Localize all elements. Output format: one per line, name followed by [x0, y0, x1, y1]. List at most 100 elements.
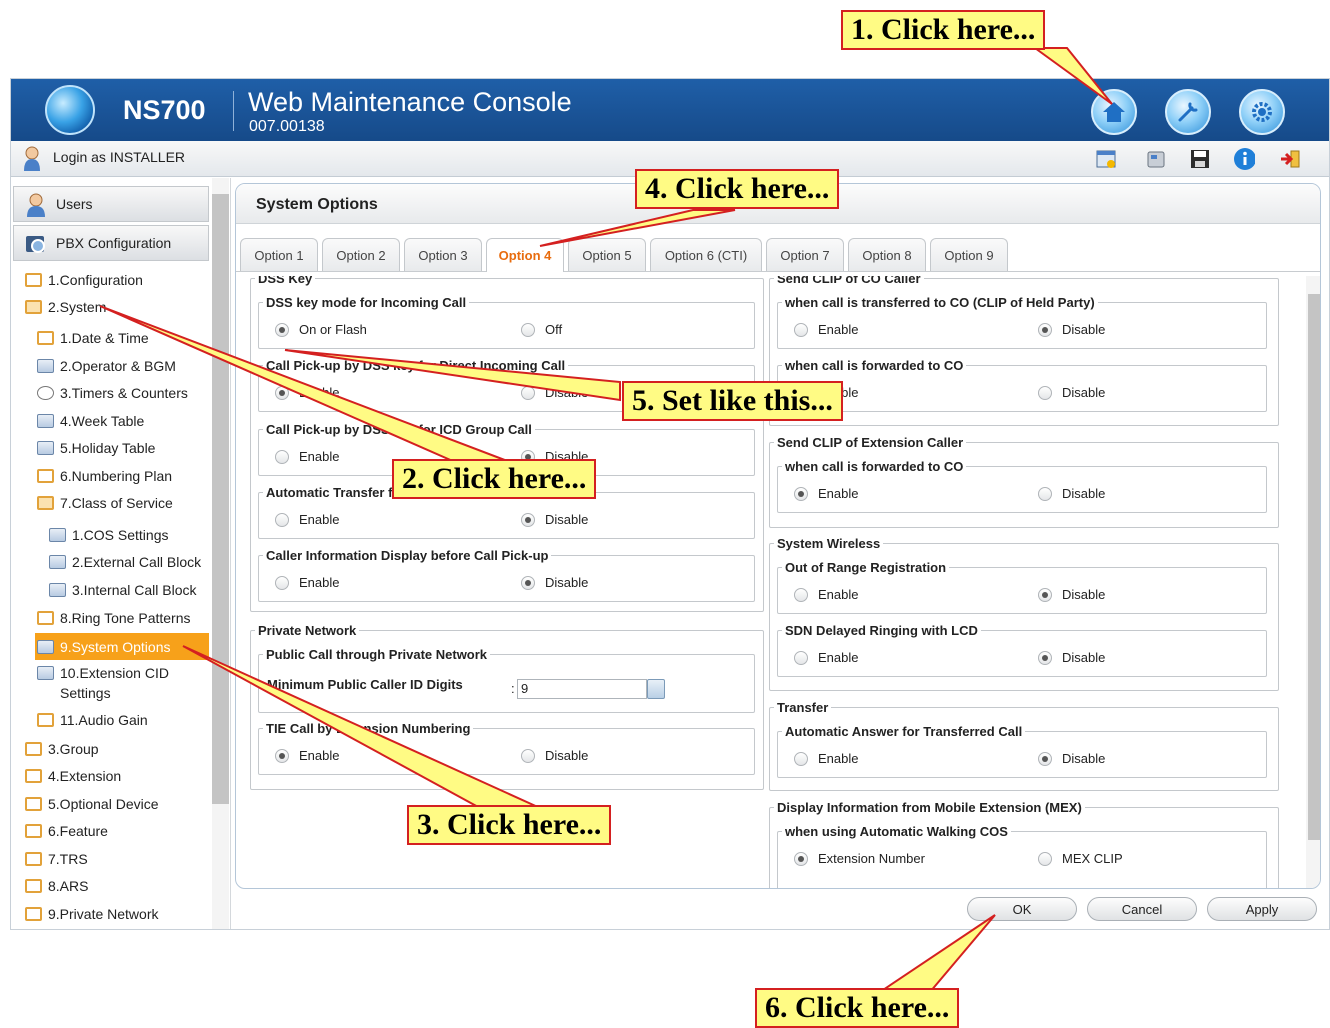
save-icon[interactable]	[1189, 148, 1211, 170]
radio-disable[interactable]: Disable	[521, 575, 588, 590]
tab-option-1[interactable]: Option 1	[240, 238, 318, 271]
spinner-icon[interactable]	[647, 679, 665, 699]
tree-date-time[interactable]: 1.Date & Time	[37, 327, 149, 349]
radio-enable[interactable]: Enable	[794, 587, 858, 602]
radio-selected[interactable]	[275, 322, 289, 337]
apply-button[interactable]: Apply	[1207, 897, 1317, 921]
cancel-button[interactable]: Cancel	[1087, 897, 1197, 921]
content-scroll-thumb[interactable]	[1308, 294, 1320, 840]
radio-enable[interactable]: Enable	[794, 322, 858, 337]
radio-disable[interactable]: Disable	[521, 748, 588, 763]
radio-on-or-flash[interactable]: On or Flash	[275, 322, 367, 337]
radio-unselected[interactable]	[1038, 486, 1052, 501]
min-digits-input[interactable]: 9	[517, 679, 647, 699]
tree-extension[interactable]: 4.Extension	[25, 765, 121, 787]
radio-disable[interactable]: Disable	[1038, 751, 1105, 766]
radio-unselected[interactable]	[275, 575, 289, 590]
tree-extension-cid-settings[interactable]: Settings	[60, 682, 111, 704]
tree-audio-gain[interactable]: 11.Audio Gain	[37, 709, 148, 731]
radio-selected[interactable]	[794, 851, 808, 866]
radio-disable[interactable]: Disable	[1038, 486, 1105, 501]
radio-unselected[interactable]	[794, 751, 808, 766]
tree-private-network[interactable]: 9.Private Network	[25, 903, 158, 925]
tree-holiday-table[interactable]: 5.Holiday Table	[37, 437, 155, 459]
radio-selected[interactable]	[275, 748, 289, 763]
sidebar-scroll-thumb[interactable]	[212, 194, 229, 804]
logout-icon[interactable]	[1279, 148, 1301, 170]
radio-unselected[interactable]	[521, 748, 535, 763]
radio-unselected[interactable]	[794, 650, 808, 665]
tab-option-9[interactable]: Option 9	[930, 238, 1008, 271]
radio-selected[interactable]	[1038, 650, 1052, 665]
radio-enable[interactable]: Enable	[275, 575, 339, 590]
tree-ars[interactable]: 8.ARS	[25, 875, 88, 897]
tree-ring-tone-patterns[interactable]: 8.Ring Tone Patterns	[37, 607, 191, 629]
radio-disable[interactable]: Disable	[1038, 650, 1105, 665]
radio-extension-number[interactable]: Extension Number	[794, 851, 925, 866]
tree-system-options[interactable]: 9.System Options	[35, 633, 209, 660]
radio-off[interactable]: Off	[521, 322, 562, 337]
sidebar-users[interactable]: Users	[13, 186, 209, 222]
radio-unselected[interactable]	[521, 385, 535, 400]
radio-disable[interactable]: Disable	[1038, 385, 1105, 400]
tree-trs[interactable]: 7.TRS	[25, 848, 88, 870]
tree-numbering-plan[interactable]: 6.Numbering Plan	[37, 465, 172, 487]
radio-selected[interactable]	[521, 512, 535, 527]
radio-enable[interactable]: Enable	[794, 751, 858, 766]
group-legend: Send CLIP of Extension Caller	[774, 435, 967, 450]
tree-cos-settings[interactable]: 1.COS Settings	[49, 524, 169, 546]
tree-internal-call-block[interactable]: 3.Internal Call Block	[49, 579, 197, 601]
radio-selected[interactable]	[1038, 587, 1052, 602]
tree-class-of-service[interactable]: 7.Class of Service	[37, 492, 173, 514]
radio-unselected[interactable]	[275, 512, 289, 527]
phone-device-icon[interactable]	[1145, 148, 1167, 170]
tab-option-8[interactable]: Option 8	[848, 238, 926, 271]
tree-timers-counters[interactable]: 3.Timers & Counters	[37, 382, 188, 404]
radio-disable[interactable]: Disable	[1038, 587, 1105, 602]
radio-disable[interactable]: Disable	[521, 385, 588, 400]
radio-selected[interactable]	[1038, 751, 1052, 766]
radio-disable[interactable]: Disable	[521, 512, 588, 527]
radio-enable[interactable]: Enable	[275, 449, 339, 464]
radio-selected[interactable]	[1038, 322, 1052, 337]
radio-unselected[interactable]	[794, 587, 808, 602]
radio-enable[interactable]: Enable	[794, 486, 858, 501]
radio-enable[interactable]: Enable	[275, 385, 339, 400]
tree-operator-bgm[interactable]: 2.Operator & BGM	[37, 355, 176, 377]
radio-selected[interactable]	[794, 486, 808, 501]
radio-unselected[interactable]	[521, 322, 535, 337]
ok-button[interactable]: OK	[967, 897, 1077, 921]
home-icon[interactable]	[1091, 89, 1137, 135]
calendar-icon[interactable]	[1095, 148, 1117, 170]
radio-unselected[interactable]	[1038, 385, 1052, 400]
wrench-icon[interactable]	[1165, 89, 1211, 135]
sidebar-pbx-configuration[interactable]: PBX Configuration	[13, 225, 209, 261]
tree-system[interactable]: 2.System	[25, 296, 106, 318]
info-icon[interactable]	[1233, 148, 1255, 170]
radio-selected[interactable]	[521, 575, 535, 590]
tree-configuration[interactable]: 1.Configuration	[25, 269, 143, 291]
radio-enable[interactable]: Enable	[275, 748, 339, 763]
tab-option-4[interactable]: Option 4	[486, 238, 564, 272]
tree-extension-cid[interactable]: 10.Extension CID	[37, 662, 169, 684]
radio-unselected[interactable]	[275, 449, 289, 464]
radio-disable[interactable]: Disable	[1038, 322, 1105, 337]
radio-enable[interactable]: Enable	[275, 512, 339, 527]
radio-enable[interactable]: Enable	[794, 650, 858, 665]
radio-mex-clip[interactable]: MEX CLIP	[1038, 851, 1123, 866]
tree-week-table[interactable]: 4.Week Table	[37, 410, 144, 432]
tab-option-6-cti[interactable]: Option 6 (CTI)	[650, 238, 762, 271]
radio-unselected[interactable]	[1038, 851, 1052, 866]
radio-selected[interactable]	[275, 385, 289, 400]
tree-feature[interactable]: 6.Feature	[25, 820, 108, 842]
tree-group[interactable]: 3.Group	[25, 738, 99, 760]
tab-option-2[interactable]: Option 2	[322, 238, 400, 271]
gear-icon[interactable]	[1239, 89, 1285, 135]
radio-unselected[interactable]	[794, 322, 808, 337]
tab-option-7[interactable]: Option 7	[766, 238, 844, 271]
sdn-delayed-group: SDN Delayed Ringing with LCD Enable Disa…	[777, 623, 1267, 677]
tree-optional-device[interactable]: 5.Optional Device	[25, 793, 159, 815]
tree-external-call-block[interactable]: 2.External Call Block	[49, 551, 201, 573]
tab-option-3[interactable]: Option 3	[404, 238, 482, 271]
tab-option-5[interactable]: Option 5	[568, 238, 646, 271]
